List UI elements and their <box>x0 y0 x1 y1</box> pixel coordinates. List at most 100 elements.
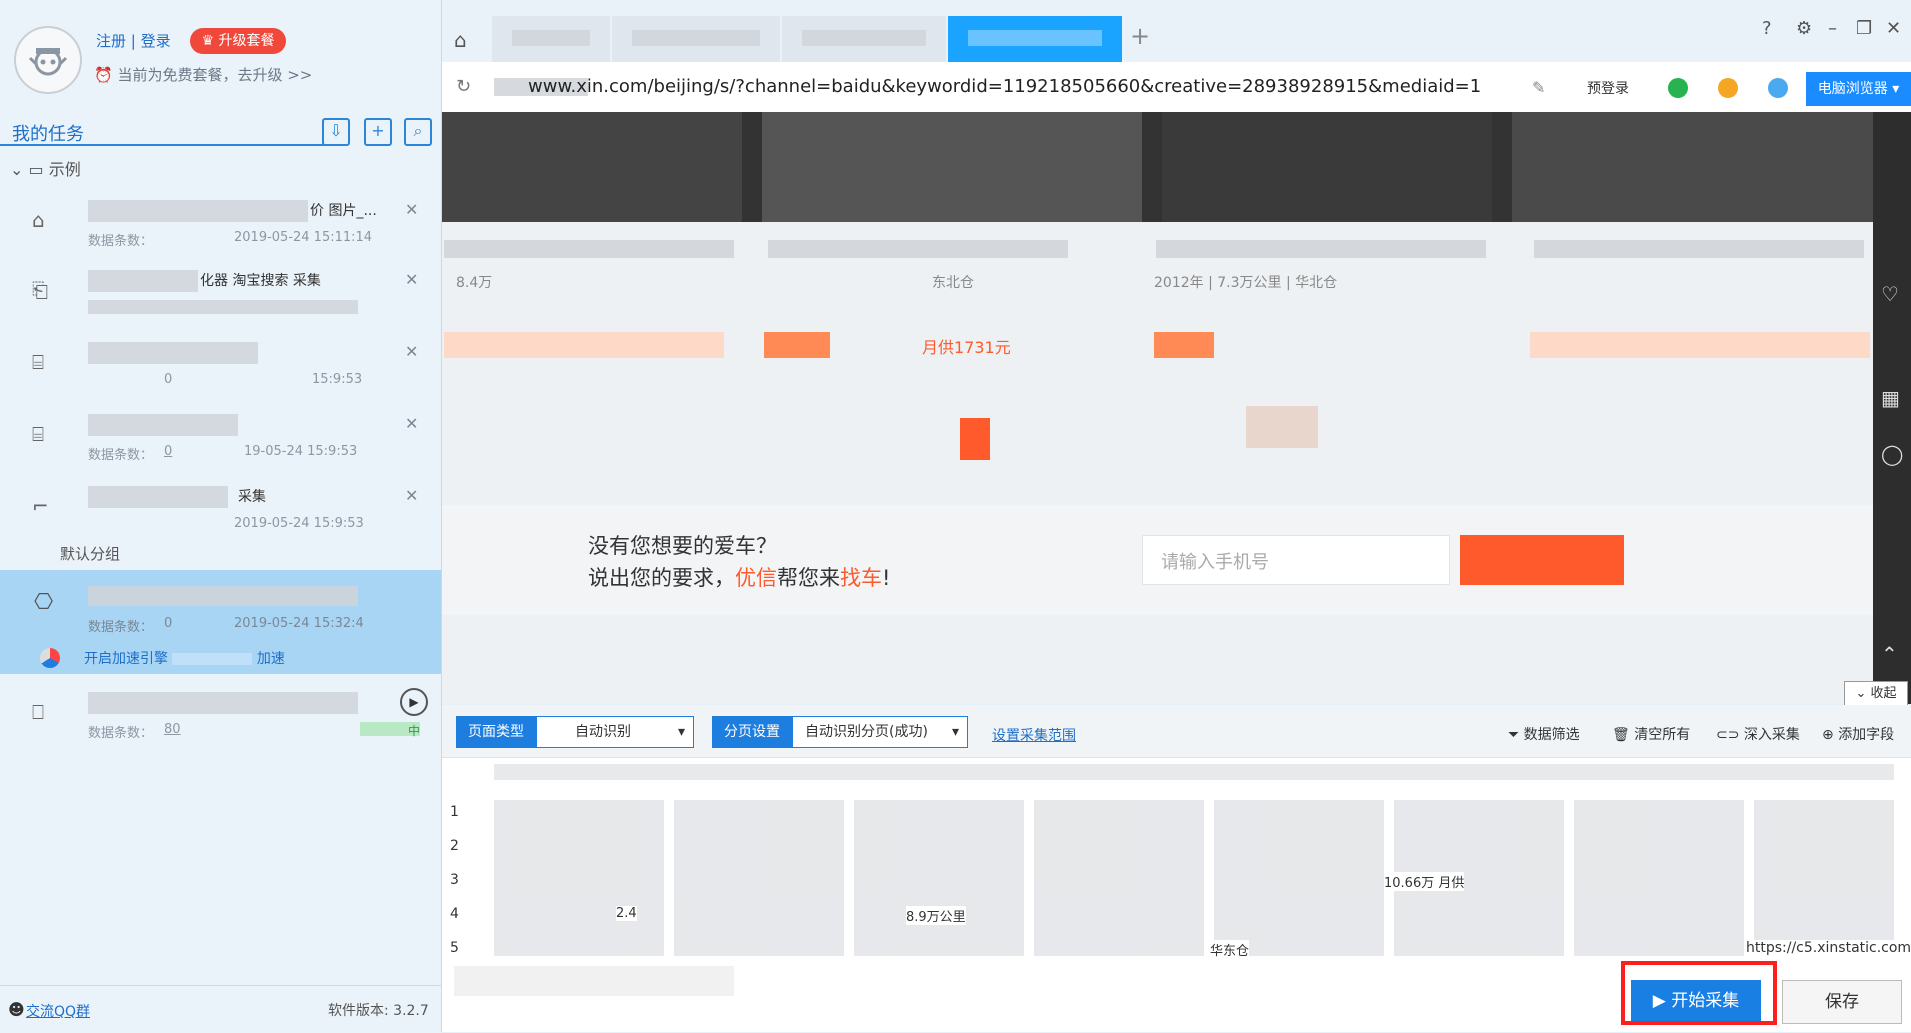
search-task-icon[interactable]: ⌕ <box>404 118 432 146</box>
home-icon[interactable]: ⌂ <box>454 28 467 52</box>
side-toolbar: ♡ ▦ ◯ ⌃ <box>1873 112 1911 704</box>
robot-icon: ⌸ <box>32 350 44 374</box>
tab[interactable] <box>612 16 780 62</box>
heart-icon[interactable]: ♡ <box>1881 282 1899 306</box>
link-icon: ⊂⊃ <box>1716 727 1740 743</box>
task-item[interactable]: ⎗ 化器 淘宝搜索 采集 ✕ <box>0 258 441 328</box>
find-highlight: 找车 <box>840 566 882 590</box>
software-version: 软件版本: 3.2.7 <box>328 1003 429 1019</box>
tasks-underline <box>0 144 330 146</box>
play-icon[interactable]: ▶ <box>400 688 428 716</box>
page-nav-blurred <box>454 966 734 996</box>
task-item[interactable]: ⎕ ▶ 数据条数： 80 中 <box>0 680 441 750</box>
task-item[interactable]: ⌂ 价 图片_... 数据条数： 2019-05-24 15:11:14 ✕ <box>0 188 441 258</box>
paging-select[interactable]: 自动识别分页(成功) ▾ <box>792 716 968 748</box>
register-link[interactable]: 注册 <box>96 32 126 50</box>
table-cells-blurred <box>494 800 1894 956</box>
login-link[interactable]: 登录 <box>141 32 171 50</box>
filter-button[interactable]: ⏷ 数据筛选 <box>1508 724 1580 744</box>
tab[interactable] <box>492 16 610 62</box>
minimize-icon[interactable]: – <box>1828 18 1837 39</box>
listing-title-blurred <box>1156 240 1486 258</box>
collapse-button[interactable]: ⌄ 收起 <box>1844 681 1908 707</box>
upgrade-button[interactable]: ♛ 升级套餐 <box>190 28 286 54</box>
group-example[interactable]: ⌄ ▭ 示例 <box>10 156 81 180</box>
listing-title-blurred <box>768 240 1068 258</box>
page-type-label: 页面类型 <box>456 716 536 748</box>
task-name-blurred <box>88 486 228 508</box>
task-item[interactable]: ⌸ 数据条数： 0 19-05-24 15:9:53 ✕ <box>0 402 441 472</box>
help-icon[interactable]: ? <box>1762 18 1772 39</box>
price-blurred <box>1154 332 1214 358</box>
data-count-label: 数据条数： <box>88 234 154 249</box>
orange-ext-icon[interactable] <box>1718 78 1738 98</box>
robot-icon: ⌐ <box>32 494 49 518</box>
qr-code-icon[interactable]: ▦ <box>1881 386 1900 410</box>
clear-all-button[interactable]: 🗑 清空所有 <box>1612 724 1690 744</box>
close-icon[interactable]: ✕ <box>405 200 418 219</box>
set-range-link[interactable]: 设置采集范围 <box>992 725 1076 745</box>
data-count: 0 <box>164 616 173 631</box>
task-item[interactable]: ⌐ 采集 2019-05-24 15:9:53 ✕ <box>0 474 441 544</box>
url-field[interactable]: www.xin.com/beijing/s/?channel=baidu&key… <box>528 76 1481 97</box>
close-icon[interactable]: ✕ <box>405 486 418 505</box>
robot-icon: ⌂ <box>32 208 45 232</box>
cell-tooltip: https://c5.xinstatic.com... <box>1746 940 1911 956</box>
robot-icon: ⎗ <box>32 278 48 302</box>
chevron-down-icon: ⌄ <box>1855 686 1867 701</box>
collapse-label: 收起 <box>1870 686 1897 701</box>
import-icon[interactable]: ⇩ <box>322 118 350 146</box>
page-type-select[interactable]: 自动识别 ▾ <box>536 716 694 748</box>
pc-browser-button[interactable]: 电脑浏览器 ▾ <box>1806 72 1911 106</box>
prelogin-button[interactable]: 预登录 <box>1587 78 1629 98</box>
group-label: 示例 <box>48 160 81 179</box>
price-blurred <box>444 332 724 358</box>
add-field-label: 添加字段 <box>1838 727 1895 743</box>
task-date: 15:9:53 <box>312 372 363 387</box>
listing-meta: 东北仓 <box>932 275 974 291</box>
close-icon[interactable]: ✕ <box>405 270 418 289</box>
gear-icon[interactable]: ⚙ <box>1796 18 1812 39</box>
green-ext-icon[interactable] <box>1668 78 1688 98</box>
separator: | <box>130 32 136 50</box>
task-date: 2019-05-24 15:9:53 <box>234 516 364 531</box>
robot-icon: ⎔ <box>34 590 54 615</box>
task-date: 19-05-24 15:9:53 <box>244 444 358 459</box>
group-default[interactable]: 默认分组 <box>60 543 120 564</box>
close-window-icon[interactable]: ✕ <box>1886 18 1901 39</box>
deep-collect-button[interactable]: ⊂⊃ 深入采集 <box>1716 724 1800 744</box>
qq-group-link[interactable]: 交流QQ群 <box>26 1001 90 1021</box>
blue-ext-icon[interactable] <box>1768 78 1788 98</box>
refresh-icon[interactable]: ↻ <box>456 76 471 97</box>
funnel-icon: ⏷ <box>1508 727 1520 743</box>
data-count: 0 <box>164 444 173 459</box>
chevron-down-icon: ▾ <box>951 724 959 740</box>
chevron-down-icon: ▾ <box>677 724 685 740</box>
row-number: 1 <box>450 804 459 820</box>
accel-suffix: 加速 <box>256 651 285 667</box>
plan-status[interactable]: ⏰ 当前为免费套餐，去升级 >> <box>94 64 312 85</box>
edit-icon[interactable]: ✎ <box>1532 78 1545 97</box>
table-cell: 2.4 <box>616 906 637 921</box>
close-icon[interactable]: ✕ <box>405 342 418 361</box>
save-button[interactable]: 保存 <box>1782 980 1902 1024</box>
accel-engine[interactable]: 开启加速引擎 加速 <box>84 648 285 668</box>
task-meta-blurred <box>88 300 358 314</box>
tab-active[interactable] <box>948 16 1122 62</box>
add-field-button[interactable]: ⊕ 添加字段 <box>1822 724 1894 744</box>
task-name-suffix: 价 图片_... <box>310 203 377 219</box>
data-count-label: 数据条数： <box>88 620 154 635</box>
chevron-up-icon[interactable]: ⌃ <box>1881 642 1898 666</box>
row-number: 5 <box>450 940 459 956</box>
tab[interactable] <box>782 16 946 62</box>
task-item[interactable]: ⌸ 0 15:9:53 ✕ <box>0 330 441 400</box>
task-name-suffix: 采集 <box>238 489 266 505</box>
new-tab-icon[interactable]: + <box>1130 22 1150 50</box>
data-count-label: 数据条数： <box>88 448 154 463</box>
maximize-icon[interactable]: ❐ <box>1856 18 1872 39</box>
chat-icon[interactable]: ◯ <box>1881 442 1903 466</box>
add-task-icon[interactable]: + <box>364 118 392 146</box>
close-icon[interactable]: ✕ <box>405 414 418 433</box>
submit-phone-button[interactable] <box>1460 535 1624 585</box>
avatar[interactable] <box>14 26 82 94</box>
